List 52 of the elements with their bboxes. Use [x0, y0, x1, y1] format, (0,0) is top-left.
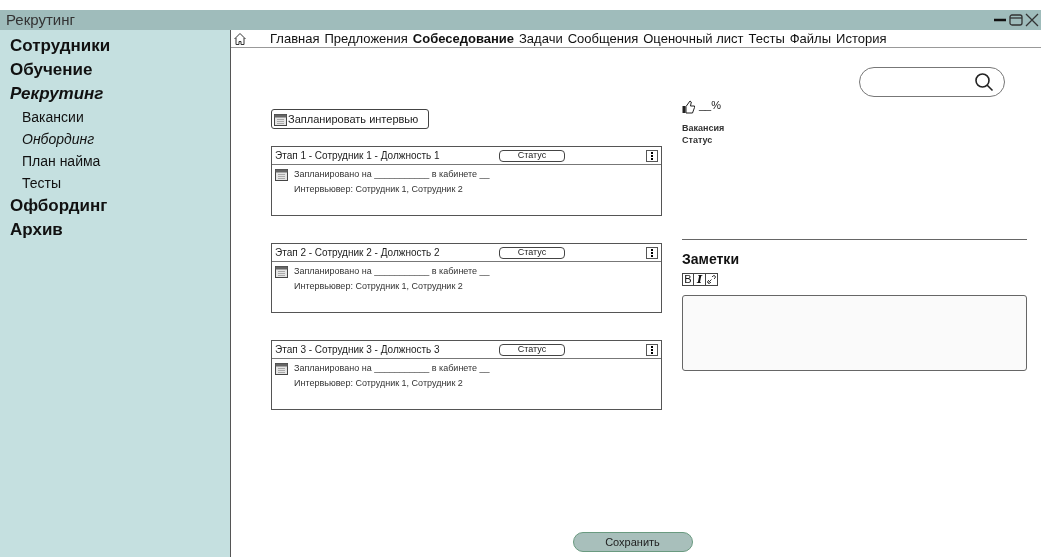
nav-tab[interactable]: Сообщения [567, 28, 639, 49]
nav-tab[interactable]: Собеседование [412, 28, 514, 49]
sidebar-item[interactable]: Сотрудники [10, 34, 220, 58]
nav-tab[interactable]: Оценочный лист [643, 28, 744, 49]
close-icon[interactable] [1025, 13, 1039, 27]
rating-percent: __% [699, 98, 722, 113]
calendar-icon [274, 112, 287, 126]
more-menu-icon[interactable] [646, 343, 658, 356]
interview-title: Этап 3 - Сотрудник 3 - Должность 3 [275, 343, 441, 357]
calendar-icon [275, 265, 288, 278]
status-button[interactable]: Статус [499, 246, 565, 259]
maximize-icon[interactable] [1009, 13, 1023, 27]
interviewer-text: Интервьювер: Сотрудник 1, Сотрудник 2 [294, 377, 464, 390]
nav-tab[interactable]: История [836, 28, 887, 49]
sidebar-item[interactable]: План найма [10, 150, 220, 172]
interview-title: Этап 1 - Сотрудник 1 - Должность 1 [275, 149, 441, 163]
interviewer-text: Интервьювер: Сотрудник 1, Сотрудник 2 [294, 280, 464, 293]
interview-title: Этап 2 - Сотрудник 2 - Должность 2 [275, 246, 441, 260]
nav-tab[interactable]: Предложения [324, 28, 408, 49]
sidebar-item[interactable]: Вакансии [10, 106, 220, 128]
home-icon[interactable] [233, 31, 247, 46]
status-button[interactable]: Статус [499, 149, 565, 162]
status-button[interactable]: Статус [499, 343, 565, 356]
more-menu-icon[interactable] [646, 246, 658, 259]
sidebar-item[interactable]: Тесты [10, 172, 220, 194]
nav-tab[interactable]: Файлы [789, 28, 832, 49]
status-label: Статус [682, 133, 714, 146]
sidebar-item[interactable]: Онбординг [10, 128, 220, 150]
calendar-icon [275, 168, 288, 181]
thumbs-up-icon [682, 99, 696, 114]
vacancy-label: Вакансия [682, 121, 726, 134]
sidebar-item[interactable]: Архив [10, 218, 220, 242]
bold-button[interactable]: B [682, 272, 694, 286]
schedule-text: Запланировано на ___________ в кабинете __ [294, 362, 490, 375]
schedule-text: Запланировано на ___________ в кабинете __ [294, 265, 490, 278]
sidebar-item[interactable]: Рекрутинг [10, 82, 220, 106]
more-menu-icon[interactable] [646, 149, 658, 162]
sidebar-item[interactable]: Обучение [10, 58, 220, 82]
notes-field[interactable] [682, 294, 1027, 371]
calendar-icon [275, 362, 288, 375]
italic-button[interactable]: I [694, 272, 706, 286]
nav-tab[interactable]: Задачи [519, 28, 563, 49]
sidebar-item[interactable]: Офбординг [10, 194, 220, 218]
schedule-text: Запланировано на ___________ в кабинете __ [294, 168, 490, 181]
notes-title: Заметки [682, 249, 740, 269]
schedule-interview-button[interactable]: Запланировать интервью [271, 109, 430, 129]
nav-tab[interactable]: Главная [270, 28, 320, 49]
nav-tab[interactable]: Тесты [748, 28, 785, 49]
window-title: Рекрутинг [6, 9, 75, 30]
search-icon [974, 72, 994, 92]
save-button[interactable]: Сохранить [572, 532, 693, 552]
interviewer-text: Интервьювер: Сотрудник 1, Сотрудник 2 [294, 183, 464, 196]
